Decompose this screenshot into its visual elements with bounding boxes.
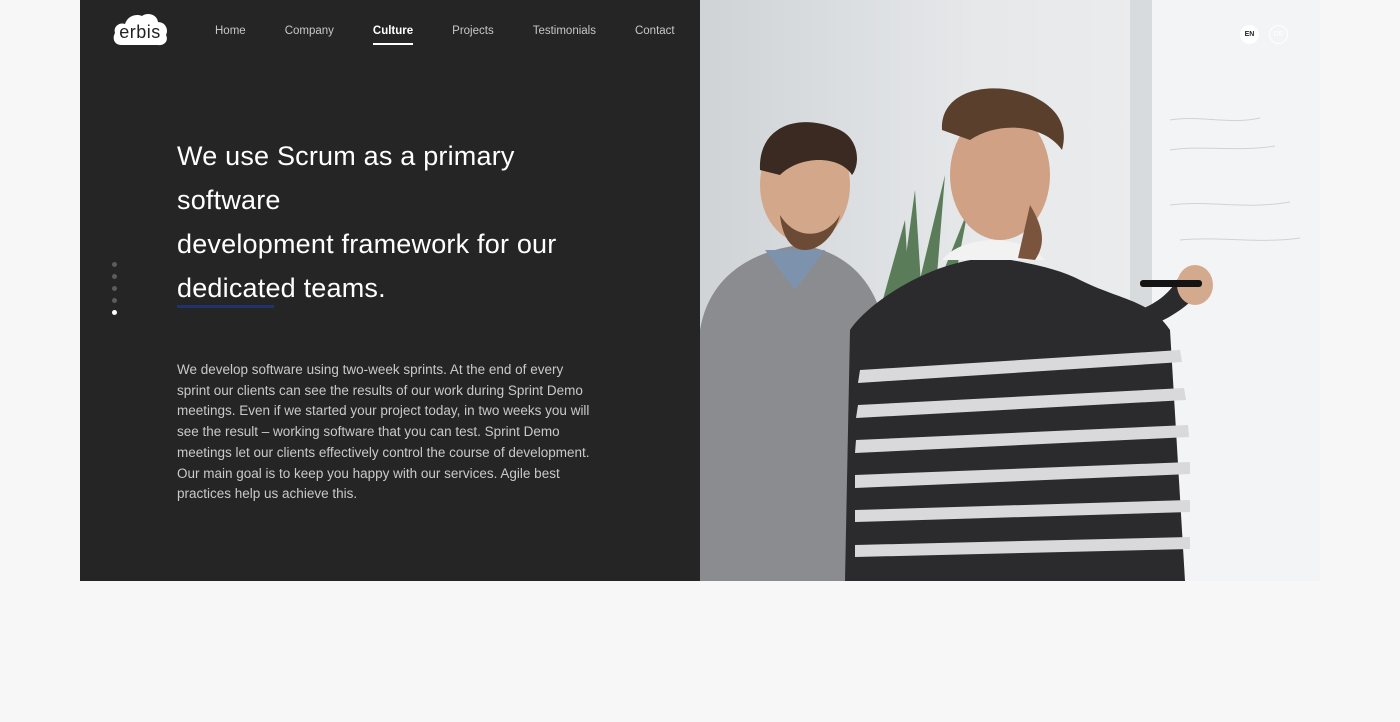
whiteboard-team-illustration [700,0,1320,581]
logo-text: erbis [119,22,161,42]
slide-dot-4[interactable] [112,298,117,303]
hero-section: erbis Home Company Culture Projects Test… [80,0,1320,581]
nav-item-projects[interactable]: Projects [452,25,494,45]
content-panel: erbis Home Company Culture Projects Test… [80,0,700,581]
slide-dot-5[interactable] [112,310,117,315]
main-nav: Home Company Culture Projects Testimonia… [215,25,714,45]
slide-dot-2[interactable] [112,274,117,279]
nav-item-testimonials[interactable]: Testimonials [533,25,596,45]
nav-item-home[interactable]: Home [215,25,246,45]
lang-de-button[interactable]: DE [1269,25,1288,44]
body-text: We develop software using two-week sprin… [177,362,590,502]
headline: We use Scrum as a primary software devel… [177,134,617,310]
photo-panel: EN DE [700,0,1320,581]
nav-item-culture[interactable]: Culture [372,25,414,45]
nav-item-company[interactable]: Company [285,25,334,45]
nav-item-contact[interactable]: Contact [635,25,675,45]
page: erbis Home Company Culture Projects Test… [0,0,1400,722]
logo[interactable]: erbis [111,12,169,48]
lang-en-button[interactable]: EN [1240,25,1259,44]
slide-dot-1[interactable] [112,262,117,267]
accent-divider [177,305,274,308]
slide-pagination [112,262,118,315]
headline-line-2: development framework for our [177,229,557,259]
language-switcher: EN DE [1240,25,1288,44]
headline-line-3: dedicated teams. [177,273,386,303]
headline-line-1: We use Scrum as a primary software [177,141,515,215]
slide-dot-3[interactable] [112,286,117,291]
